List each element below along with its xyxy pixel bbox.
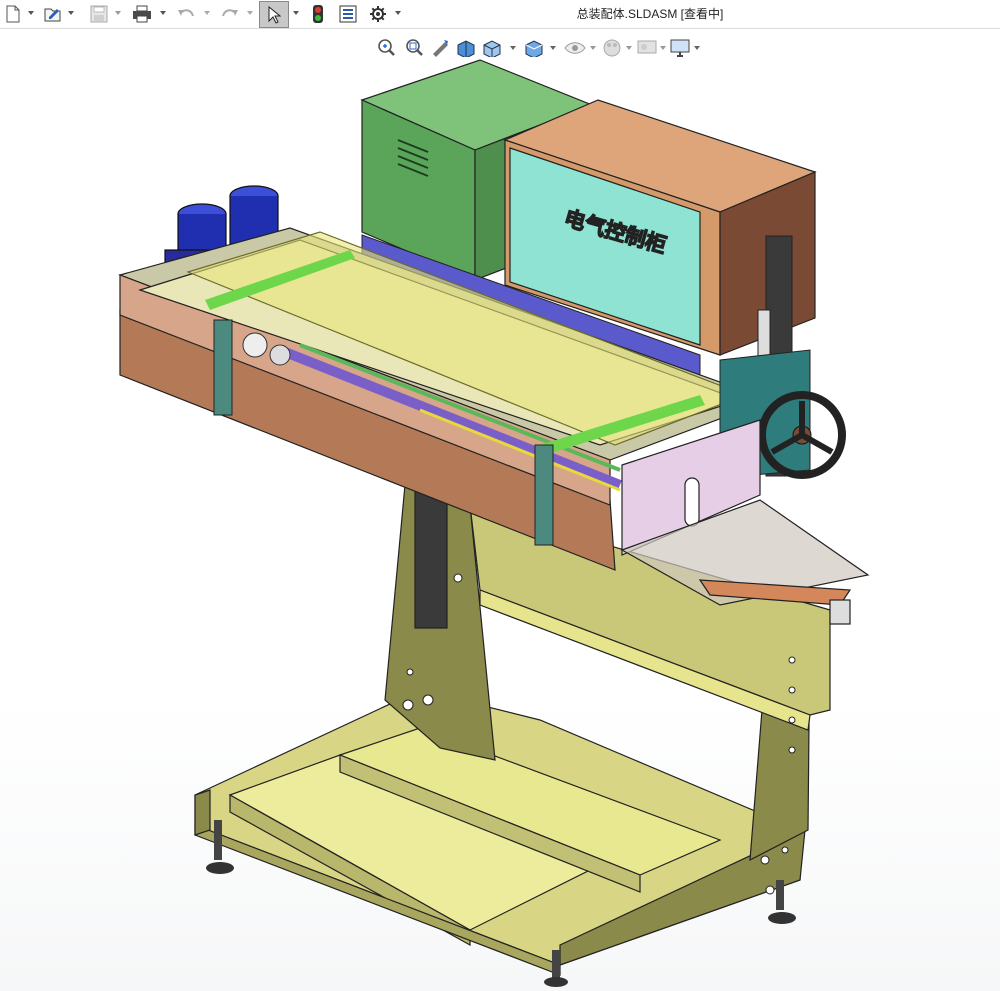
assembly-model[interactable]: 电气控制柜 bbox=[0, 0, 1000, 991]
base-frame[interactable] bbox=[194, 689, 806, 976]
